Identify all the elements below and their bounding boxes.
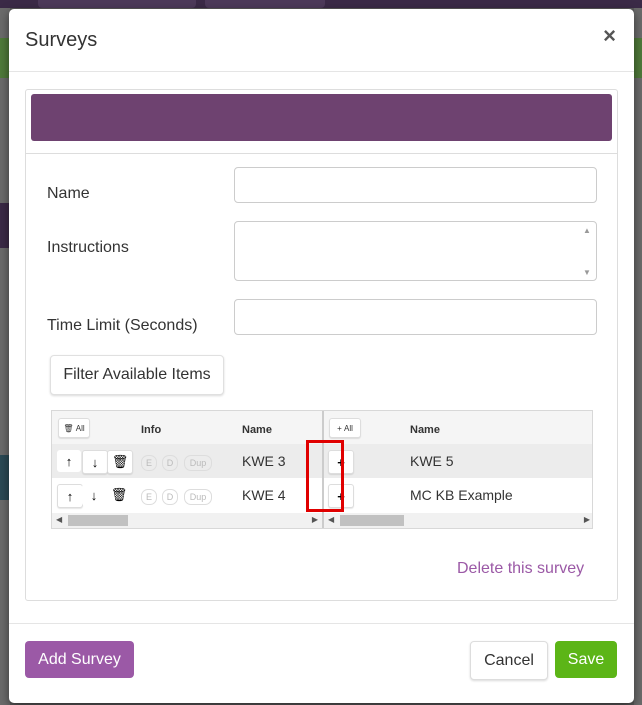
delete-all-button[interactable]: 🗑 All: [58, 418, 90, 438]
textarea-scrollbar[interactable]: ▲ ▼: [580, 222, 596, 280]
scroll-left-icon[interactable]: ◀: [328, 515, 334, 524]
scrollbar-thumb[interactable]: [68, 515, 128, 526]
trash-icon[interactable]: 🗑: [107, 450, 133, 474]
selected-grid-header: 🗑 All Info Name: [52, 411, 322, 445]
item-name: MC KB Example: [410, 487, 513, 503]
time-limit-label: Time Limit (Seconds): [47, 317, 198, 334]
filter-available-items-button[interactable]: Filter Available Items: [50, 355, 224, 395]
add-survey-button[interactable]: Add Survey: [25, 641, 134, 678]
available-grid-scrollbar[interactable]: ◀ ▶: [324, 513, 592, 528]
scroll-down-icon[interactable]: ▼: [583, 268, 591, 277]
arrow-up-icon[interactable]: ↑: [57, 484, 83, 508]
table-row: + MC KB Example: [324, 478, 592, 512]
selected-items-grid: 🗑 All Info Name ↑ ↓ 🗑 E D Dup KWE 3 ↑ ↓: [52, 411, 322, 528]
item-name: KWE 4: [242, 487, 286, 503]
modal-title: Surveys: [25, 29, 98, 51]
table-row: ↑ ↓ 🗑 E D Dup KWE 4: [52, 478, 322, 512]
instructions-textarea[interactable]: ▲ ▼: [234, 221, 597, 281]
arrow-down-icon[interactable]: ↓: [82, 450, 108, 474]
column-header-name: Name: [242, 424, 272, 436]
scroll-right-icon[interactable]: ▶: [584, 515, 590, 524]
edit-button[interactable]: E: [141, 455, 157, 471]
modal-header: Surveys ×: [9, 9, 634, 72]
survey-panel-header[interactable]: [31, 94, 612, 141]
close-icon[interactable]: ×: [603, 25, 616, 47]
scroll-up-icon[interactable]: ▲: [583, 226, 591, 235]
name-input[interactable]: [234, 167, 597, 203]
save-button[interactable]: Save: [555, 641, 617, 678]
name-label: Name: [47, 185, 90, 202]
delete-button[interactable]: D: [162, 489, 178, 505]
background-right: [634, 8, 642, 705]
arrow-up-icon[interactable]: ↑: [57, 450, 81, 472]
surveys-modal: Surveys × Name Instructions ▲ ▼ Time Lim…: [9, 9, 634, 703]
table-row: + KWE 5: [324, 444, 592, 478]
background-tab-flow: [205, 0, 325, 8]
survey-panel: Name Instructions ▲ ▼ Time Limit (Second…: [25, 89, 618, 601]
column-header-info: Info: [141, 424, 162, 436]
delete-survey-link[interactable]: Delete this survey: [457, 560, 584, 578]
time-limit-input[interactable]: [234, 299, 597, 335]
instructions-label: Instructions: [47, 239, 129, 256]
available-items-grid: + All Name + KWE 5 + MC KB Example ◀ ▶: [322, 411, 592, 528]
arrow-down-icon[interactable]: ↓: [82, 484, 106, 506]
selected-grid-scrollbar[interactable]: ◀ ▶: [52, 513, 322, 528]
cancel-button[interactable]: Cancel: [470, 641, 548, 680]
item-name: KWE 5: [410, 453, 454, 469]
column-header-name: Name: [410, 424, 440, 436]
delete-button[interactable]: D: [162, 455, 178, 471]
trash-icon[interactable]: 🗑: [107, 484, 131, 506]
item-name: KWE 3: [242, 453, 286, 469]
highlight-box: [306, 440, 344, 512]
add-all-button[interactable]: + All: [329, 418, 361, 438]
scrollbar-thumb[interactable]: [340, 515, 404, 526]
available-grid-header: + All Name: [324, 411, 592, 445]
duplicate-button[interactable]: Dup: [184, 455, 212, 471]
background-tab-ws: [38, 0, 196, 8]
edit-button[interactable]: E: [141, 489, 157, 505]
scroll-left-icon[interactable]: ◀: [56, 515, 62, 524]
scroll-right-icon[interactable]: ▶: [312, 515, 318, 524]
duplicate-button[interactable]: Dup: [184, 489, 212, 505]
table-row: ↑ ↓ 🗑 E D Dup KWE 3: [52, 444, 322, 478]
